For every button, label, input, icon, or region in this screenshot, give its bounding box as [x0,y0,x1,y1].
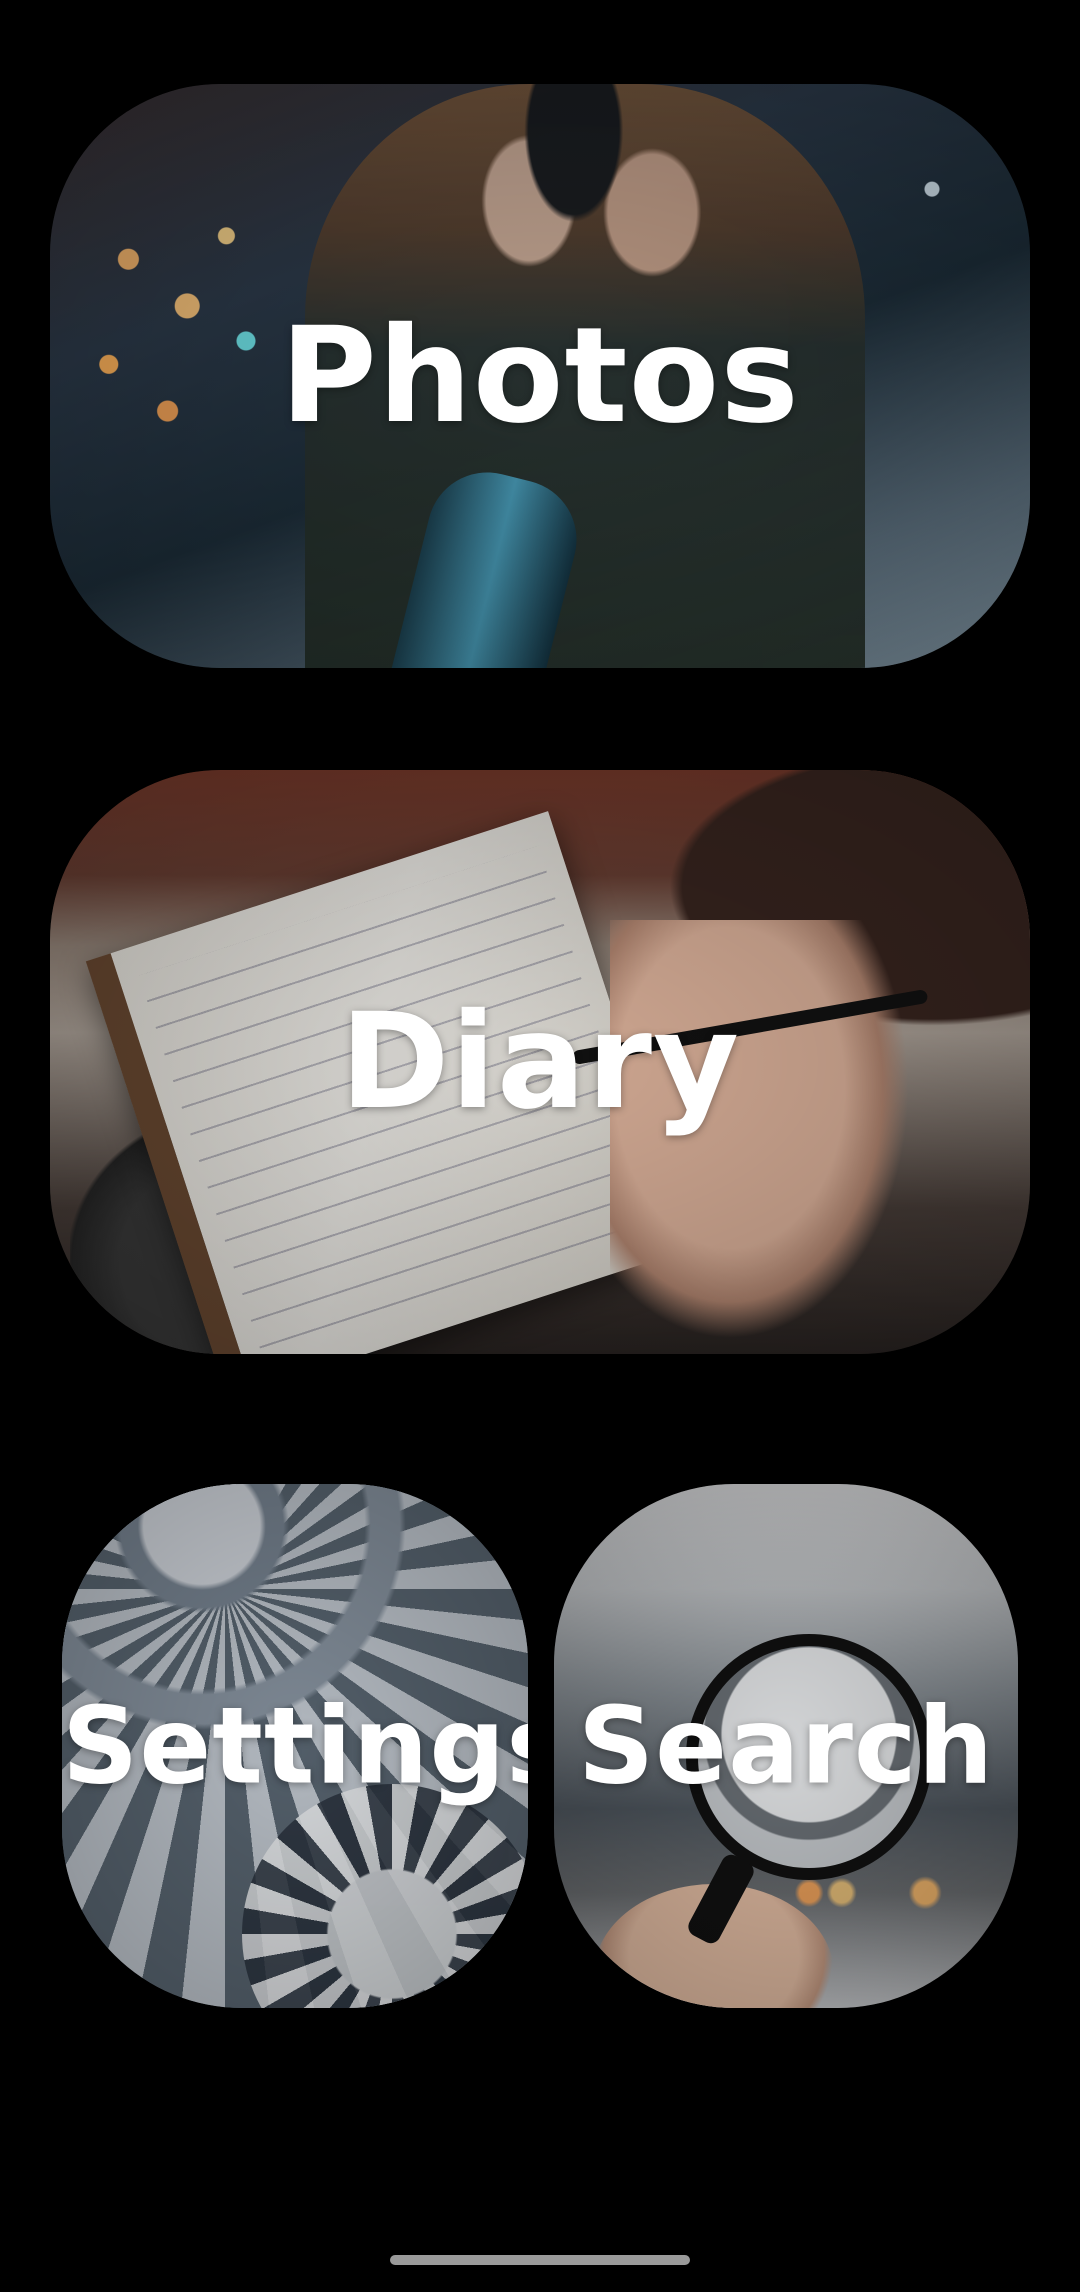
diary-tile[interactable]: Diary [50,770,1030,1354]
photos-tile-label: Photos [280,299,800,453]
home-indicator[interactable] [390,2255,690,2265]
diary-tile-label: Diary [339,985,741,1139]
photos-tile[interactable]: Photos [50,84,1030,668]
settings-tile[interactable]: Settings [62,1484,528,2008]
search-tile-label: Search [577,1684,995,1808]
settings-tile-label: Settings [62,1684,528,1808]
search-tile[interactable]: Search [554,1484,1018,2008]
